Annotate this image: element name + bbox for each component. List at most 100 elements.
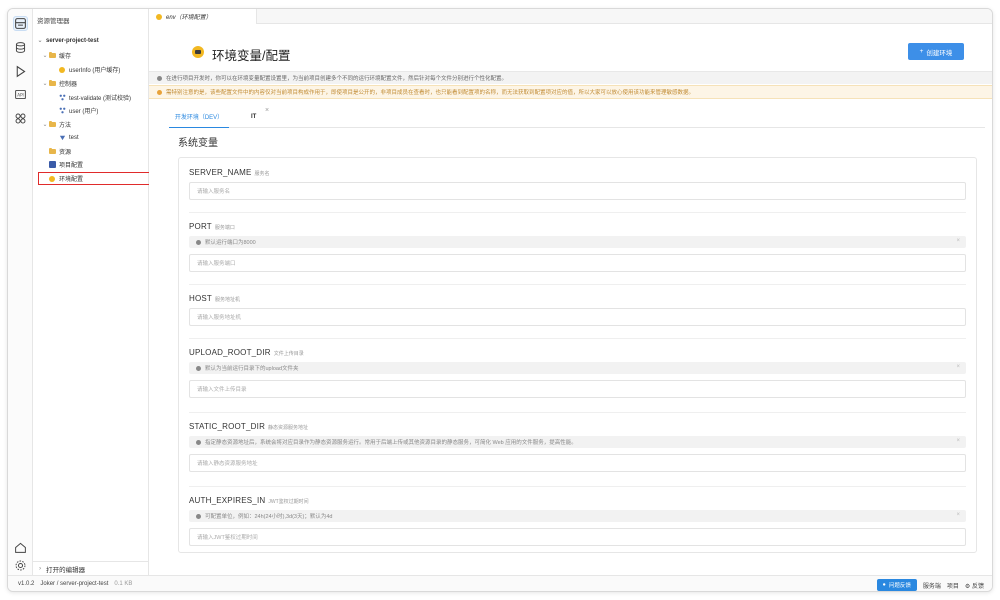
home-icon[interactable] — [13, 540, 28, 555]
field-label: HOST 服务地址机 — [189, 294, 966, 308]
database-icon[interactable] — [13, 40, 28, 55]
field-desc: 服务地址机 — [215, 297, 241, 303]
host-input[interactable]: 请输入服务地址机 — [189, 308, 966, 326]
close-icon[interactable]: × — [956, 512, 960, 518]
divider — [189, 412, 966, 413]
status-left: v1.0.2 Joker / server-project-test 0.1 K… — [18, 581, 132, 587]
server-name-input[interactable]: 请输入服务名 — [189, 182, 966, 200]
field-label: AUTH_EXPIRES_IN JWT鉴权过期时间 — [189, 496, 966, 510]
explorer-icon[interactable] — [13, 16, 28, 31]
file-size: 0.1 KB — [114, 581, 133, 587]
field-label: PORT 服务端口 — [189, 222, 966, 236]
chevron-down-icon: ⌄ — [37, 38, 43, 44]
field-note: 可配置单位，例如：24h(24小时),3d(3天)；默认为4d × — [189, 510, 966, 522]
auth-expires-in-input[interactable]: 请输入JWT鉴权过期时间 — [189, 528, 966, 546]
open-editors-toggle[interactable]: › 打开的编辑器 — [33, 561, 149, 575]
note-text: 默认运行端口为8000 — [205, 240, 256, 246]
tree-item-user[interactable]: user (用户) — [58, 105, 98, 116]
create-env-label: 创建环境 — [926, 49, 953, 57]
divider — [189, 212, 966, 213]
env-icon — [192, 46, 204, 58]
project-link[interactable]: 项目 — [947, 581, 959, 590]
settings-icon[interactable] — [13, 558, 28, 573]
tree-item-label: test — [69, 134, 79, 141]
upload-root-dir-input[interactable]: 请输入文件上传目录 — [189, 380, 966, 398]
folder-icon — [48, 51, 56, 60]
status-bar: v1.0.2 Joker / server-project-test 0.1 K… — [8, 575, 992, 591]
tab-env[interactable]: env（环境配置） — [149, 9, 257, 24]
tree-item-assets[interactable]: 资源 — [48, 146, 71, 157]
env-tabs: 开发环境（DEV） IT × — [169, 106, 985, 128]
field-note: 默认为当前运行目录下的upload文件夹 × — [189, 362, 966, 374]
divider — [189, 338, 966, 339]
field-label: UPLOAD_ROOT_DIR 文件上传目录 — [189, 348, 966, 362]
tab-dev[interactable]: 开发环境（DEV） — [169, 106, 229, 128]
field-desc: JWT鉴权过期时间 — [268, 499, 309, 505]
field-static-root-dir: STATIC_ROOT_DIR 静态资源服务地址 指定静态资源地址后，系统会将对… — [189, 422, 966, 472]
project-name: server-project-test — [46, 37, 99, 44]
close-icon[interactable]: × — [956, 238, 960, 244]
variables-card: SERVER_NAME 服务名 请输入服务名 PORT 服务端口 默认运行端口为… — [178, 157, 977, 553]
folder-icon — [48, 79, 56, 88]
tree-item-project-config[interactable]: 项目配置 — [48, 159, 83, 170]
divider — [189, 486, 966, 487]
status-right: ● 问题反馈 服务端 项目 ⚙ 反馈 — [876, 579, 984, 591]
info-banner: 在进行项目开发时，你可以在环境变量配置设置里，为当前项目创建多个不同的运行环境配… — [149, 71, 992, 84]
server-link[interactable]: 服务端 — [923, 581, 941, 590]
tree-item-controllers[interactable]: ⌄ 控制器 — [42, 78, 77, 89]
warning-icon — [157, 89, 162, 95]
close-icon[interactable]: × — [265, 107, 269, 114]
field-server-name: SERVER_NAME 服务名 请输入服务名 — [189, 168, 966, 200]
project-root[interactable]: ⌄ server-project-test — [37, 35, 99, 46]
field-name: STATIC_ROOT_DIR — [189, 422, 266, 431]
issue-feedback-button[interactable]: ● 问题反馈 — [876, 579, 917, 591]
tab-it[interactable]: IT — [251, 106, 256, 128]
divider — [189, 284, 966, 285]
field-label: SERVER_NAME 服务名 — [189, 168, 966, 182]
tree-item-label: 项目配置 — [59, 163, 84, 169]
port-input[interactable]: 请输入服务端口 — [189, 254, 966, 272]
field-upload-root-dir: UPLOAD_ROOT_DIR 文件上传目录 默认为当前运行目录下的upload… — [189, 348, 966, 398]
tab-label: 开发环境（DEV） — [174, 115, 224, 121]
explorer-panel: 资源管理器 ⌄ server-project-test ⌄ 缓存 userInf… — [33, 9, 151, 575]
plus-icon: + — [919, 48, 924, 55]
tree-item-label: 方法 — [59, 123, 72, 129]
close-icon[interactable]: × — [956, 438, 960, 444]
field-auth-expires-in: AUTH_EXPIRES_IN JWT鉴权过期时间 可配置单位，例如：24h(2… — [189, 496, 966, 546]
info-icon — [157, 75, 162, 81]
field-name: AUTH_EXPIRES_IN — [189, 496, 266, 505]
run-icon[interactable] — [13, 64, 28, 79]
create-env-button[interactable]: + 创建环境 — [908, 43, 964, 60]
tree-item-cache[interactable]: ⌄ 缓存 — [42, 50, 71, 61]
feedback-link[interactable]: ⚙ 反馈 — [965, 581, 984, 590]
warning-text: 需特别注意的是，该些配置文件中的内容仅对当前项目构成作用于，即使项目是公开的，非… — [166, 90, 695, 96]
field-host: HOST 服务地址机 请输入服务地址机 — [189, 294, 966, 326]
field-note: 默认运行端口为8000 × — [189, 236, 966, 248]
controller-icon — [58, 107, 66, 115]
static-root-dir-input[interactable]: 请输入静态资源服务地址 — [189, 454, 966, 472]
editor-tabbar: env（环境配置） — [149, 9, 992, 24]
env-icon — [156, 13, 162, 20]
field-name: UPLOAD_ROOT_DIR — [189, 348, 271, 357]
activity-bar: API — [8, 9, 33, 575]
tree-item-test[interactable]: test — [58, 132, 79, 143]
field-name: SERVER_NAME — [189, 168, 252, 177]
warning-banner: 需特别注意的是，该些配置文件中的内容仅对当前项目构成作用于，即使项目是公开的，非… — [149, 85, 992, 99]
info-text: 在进行项目开发时，你可以在环境变量配置设置里，为当前项目创建多个不同的运行环境配… — [166, 76, 508, 82]
field-label: STATIC_ROOT_DIR 静态资源服务地址 — [189, 422, 966, 436]
api-icon[interactable]: API — [13, 87, 28, 102]
plugins-icon[interactable] — [13, 111, 28, 126]
tree-item-label: 控制器 — [59, 82, 78, 88]
folder-icon — [48, 120, 56, 129]
tree-item-methods[interactable]: ⌄ 方法 — [42, 119, 71, 130]
chevron-right-icon: › — [39, 565, 42, 572]
tree-item-test-validate[interactable]: test-validate (测试校验) — [58, 92, 131, 103]
tree-item-label: 缓存 — [59, 54, 72, 60]
note-text: 可配置单位，例如：24h(24小时),3d(3天)；默认为4d — [205, 514, 333, 520]
close-icon[interactable]: × — [956, 364, 960, 370]
field-desc: 文件上传目录 — [273, 351, 304, 357]
tree-item-userinfo[interactable]: userInfo (用户缓存) — [58, 64, 120, 75]
config-icon — [48, 161, 56, 169]
gear-icon: ⚙ — [964, 583, 971, 590]
open-editors-label: 打开的编辑器 — [46, 566, 86, 574]
